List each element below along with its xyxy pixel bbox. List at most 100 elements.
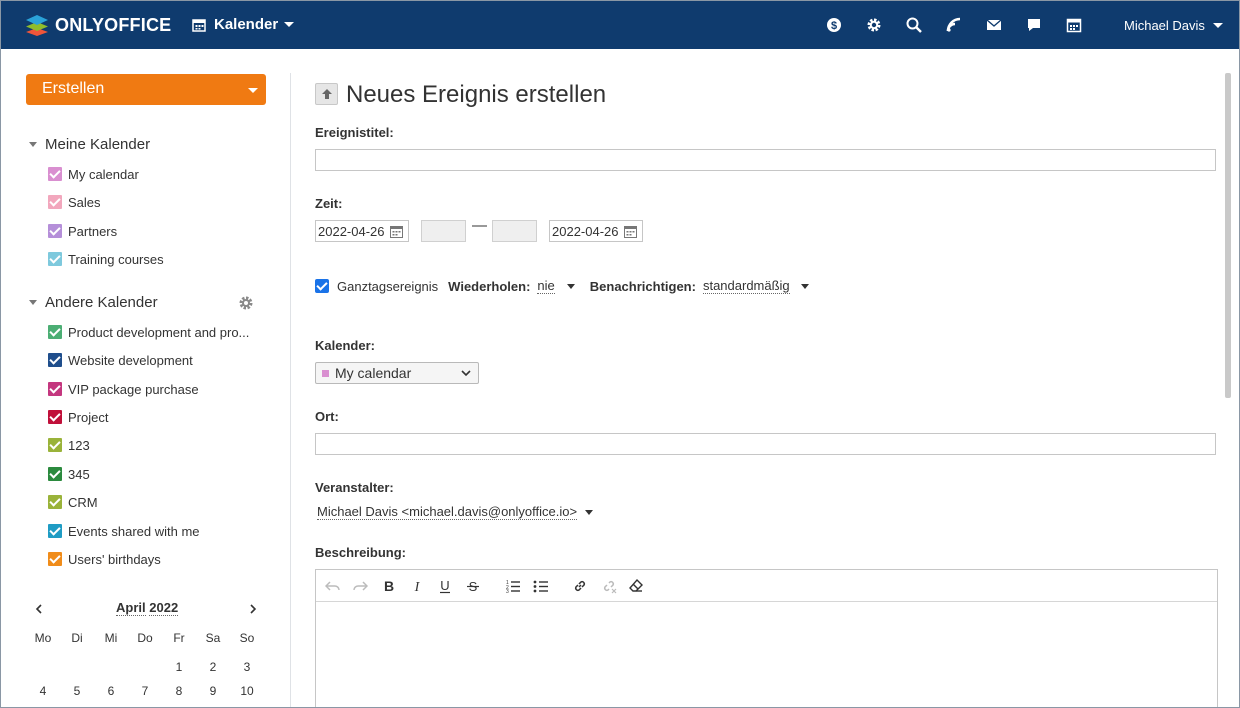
mail-icon[interactable] [985, 16, 1003, 34]
strikethrough-icon[interactable]: S [464, 577, 482, 595]
clear-formatting-icon[interactable] [627, 577, 645, 595]
mini-calendar-day[interactable]: 4 [26, 684, 60, 698]
top-bar: ONLYOFFICE Kalender $ Michael Davis [1, 1, 1239, 49]
calendar-item-label: Product development and pro... [68, 324, 250, 340]
chat-icon[interactable] [1025, 16, 1043, 34]
sidebar-calendar-item[interactable]: VIP package purchase [48, 380, 199, 398]
user-menu[interactable]: Michael Davis [1124, 18, 1223, 33]
calendar-item-label: My calendar [68, 166, 139, 182]
mini-calendar-title[interactable]: April 2022 [116, 600, 179, 616]
start-time-input[interactable] [421, 220, 466, 242]
sidebar-calendar-item[interactable]: Partners [48, 222, 117, 240]
mini-calendar-day[interactable]: 8 [162, 684, 196, 698]
weekday-header: Fr [173, 631, 185, 645]
back-up-button[interactable] [315, 83, 338, 105]
calendar-checkbox[interactable] [48, 252, 62, 266]
calendar-checkbox[interactable] [48, 382, 62, 396]
sidebar-calendar-item[interactable]: Events shared with me [48, 522, 200, 540]
calendar-select[interactable]: My calendar [315, 362, 479, 384]
sidebar-calendar-item[interactable]: My calendar [48, 165, 139, 183]
calendar-checkbox[interactable] [48, 195, 62, 209]
calendar-checkbox[interactable] [48, 552, 62, 566]
my-calendars-header[interactable]: Meine Kalender [29, 136, 150, 153]
calendar-item-label: Project [68, 409, 109, 425]
sidebar-calendar-item[interactable]: Website development [48, 351, 193, 369]
event-title-input[interactable] [315, 149, 1216, 171]
calendar-settings-gear-icon[interactable] [238, 295, 254, 311]
start-date-input[interactable]: 2022-04-26 [315, 220, 409, 242]
settings-icon[interactable] [865, 16, 883, 34]
calendar-checkbox[interactable] [48, 167, 62, 181]
bold-icon[interactable]: B [380, 577, 398, 595]
calendar-checkbox[interactable] [48, 224, 62, 238]
sidebar-calendar-item[interactable]: 345 [48, 465, 90, 483]
calendar-checkbox[interactable] [48, 524, 62, 538]
other-calendars-header[interactable]: Andere Kalender [29, 294, 158, 311]
payments-icon[interactable]: $ [825, 16, 843, 34]
notify-dropdown[interactable]: standardmäßig [702, 278, 790, 294]
calendar-icon[interactable] [1065, 16, 1083, 34]
chevron-down-icon [284, 22, 295, 27]
unlink-icon[interactable] [600, 577, 618, 595]
organizer-label: Veranstalter: [315, 480, 394, 495]
weekday-header: Sa [205, 631, 221, 645]
calendar-checkbox[interactable] [48, 353, 62, 367]
sidebar-calendar-item[interactable]: Product development and pro... [48, 323, 249, 341]
sidebar-calendar-item[interactable]: Users' birthdays [48, 550, 161, 568]
sidebar-calendar-item[interactable]: CRM [48, 493, 98, 511]
redo-icon[interactable] [351, 577, 369, 595]
module-switcher[interactable]: Kalender [192, 16, 295, 33]
time-separator: — [472, 217, 487, 234]
weekday-header: Di [71, 631, 83, 645]
mini-calendar-day[interactable]: 9 [196, 684, 230, 698]
calendar-checkbox[interactable] [48, 467, 62, 481]
allday-checkbox[interactable] [315, 279, 329, 293]
logo[interactable]: ONLYOFFICE [25, 13, 171, 37]
vertical-scrollbar[interactable] [1225, 73, 1231, 398]
italic-icon[interactable]: I [408, 577, 426, 595]
calendar-icon[interactable] [624, 225, 637, 238]
calendar-color-swatch [322, 369, 329, 377]
mini-calendar-day[interactable]: 7 [128, 684, 162, 698]
mini-calendar-day[interactable]: 3 [230, 660, 264, 674]
mini-calendar-day[interactable]: 10 [230, 684, 264, 698]
calendar-icon[interactable] [390, 225, 403, 238]
end-time-input[interactable] [492, 220, 537, 242]
calendar-checkbox[interactable] [48, 438, 62, 452]
link-icon[interactable] [571, 577, 589, 595]
chevron-down-icon [585, 509, 594, 515]
undo-icon[interactable] [324, 577, 342, 595]
calendar-checkbox[interactable] [48, 325, 62, 339]
mini-calendar-day[interactable]: 1 [162, 660, 196, 674]
next-month-icon[interactable] [249, 601, 257, 617]
user-name: Michael Davis [1124, 18, 1205, 33]
underline-icon[interactable]: U [436, 577, 454, 595]
calendar-checkbox[interactable] [48, 410, 62, 424]
sidebar-calendar-item[interactable]: Project [48, 408, 108, 426]
prev-month-icon[interactable] [35, 601, 43, 617]
location-input[interactable] [315, 433, 1216, 455]
sidebar-calendar-item[interactable]: 123 [48, 436, 90, 454]
end-date-input[interactable]: 2022-04-26 [549, 220, 643, 242]
numbered-list-icon[interactable]: 123 [504, 577, 522, 595]
feed-icon[interactable] [945, 16, 963, 34]
chevron-down-icon[interactable] [566, 283, 575, 289]
svg-text:3: 3 [506, 589, 509, 593]
mini-calendar-day[interactable]: 5 [60, 684, 94, 698]
mini-calendar-day[interactable]: 6 [94, 684, 128, 698]
search-icon[interactable] [905, 16, 923, 34]
bulleted-list-icon[interactable] [532, 577, 550, 595]
repeat-dropdown[interactable]: nie [537, 278, 555, 294]
mini-calendar-day[interactable]: 2 [196, 660, 230, 674]
organizer-dropdown[interactable]: Michael Davis <michael.davis@onlyoffice.… [317, 504, 594, 520]
weekday-header: So [239, 631, 255, 645]
calendar-checkbox[interactable] [48, 495, 62, 509]
svg-text:$: $ [831, 20, 837, 32]
description-label: Beschreibung: [315, 545, 407, 560]
sidebar-calendar-item[interactable]: Sales [48, 193, 101, 211]
create-button[interactable]: Erstellen [26, 74, 266, 105]
description-editor[interactable]: B I U S 123 [315, 569, 1218, 707]
sidebar-calendar-item[interactable]: Training courses [48, 250, 164, 268]
mini-calendar-month: April [116, 600, 146, 616]
chevron-down-icon[interactable] [800, 283, 809, 289]
